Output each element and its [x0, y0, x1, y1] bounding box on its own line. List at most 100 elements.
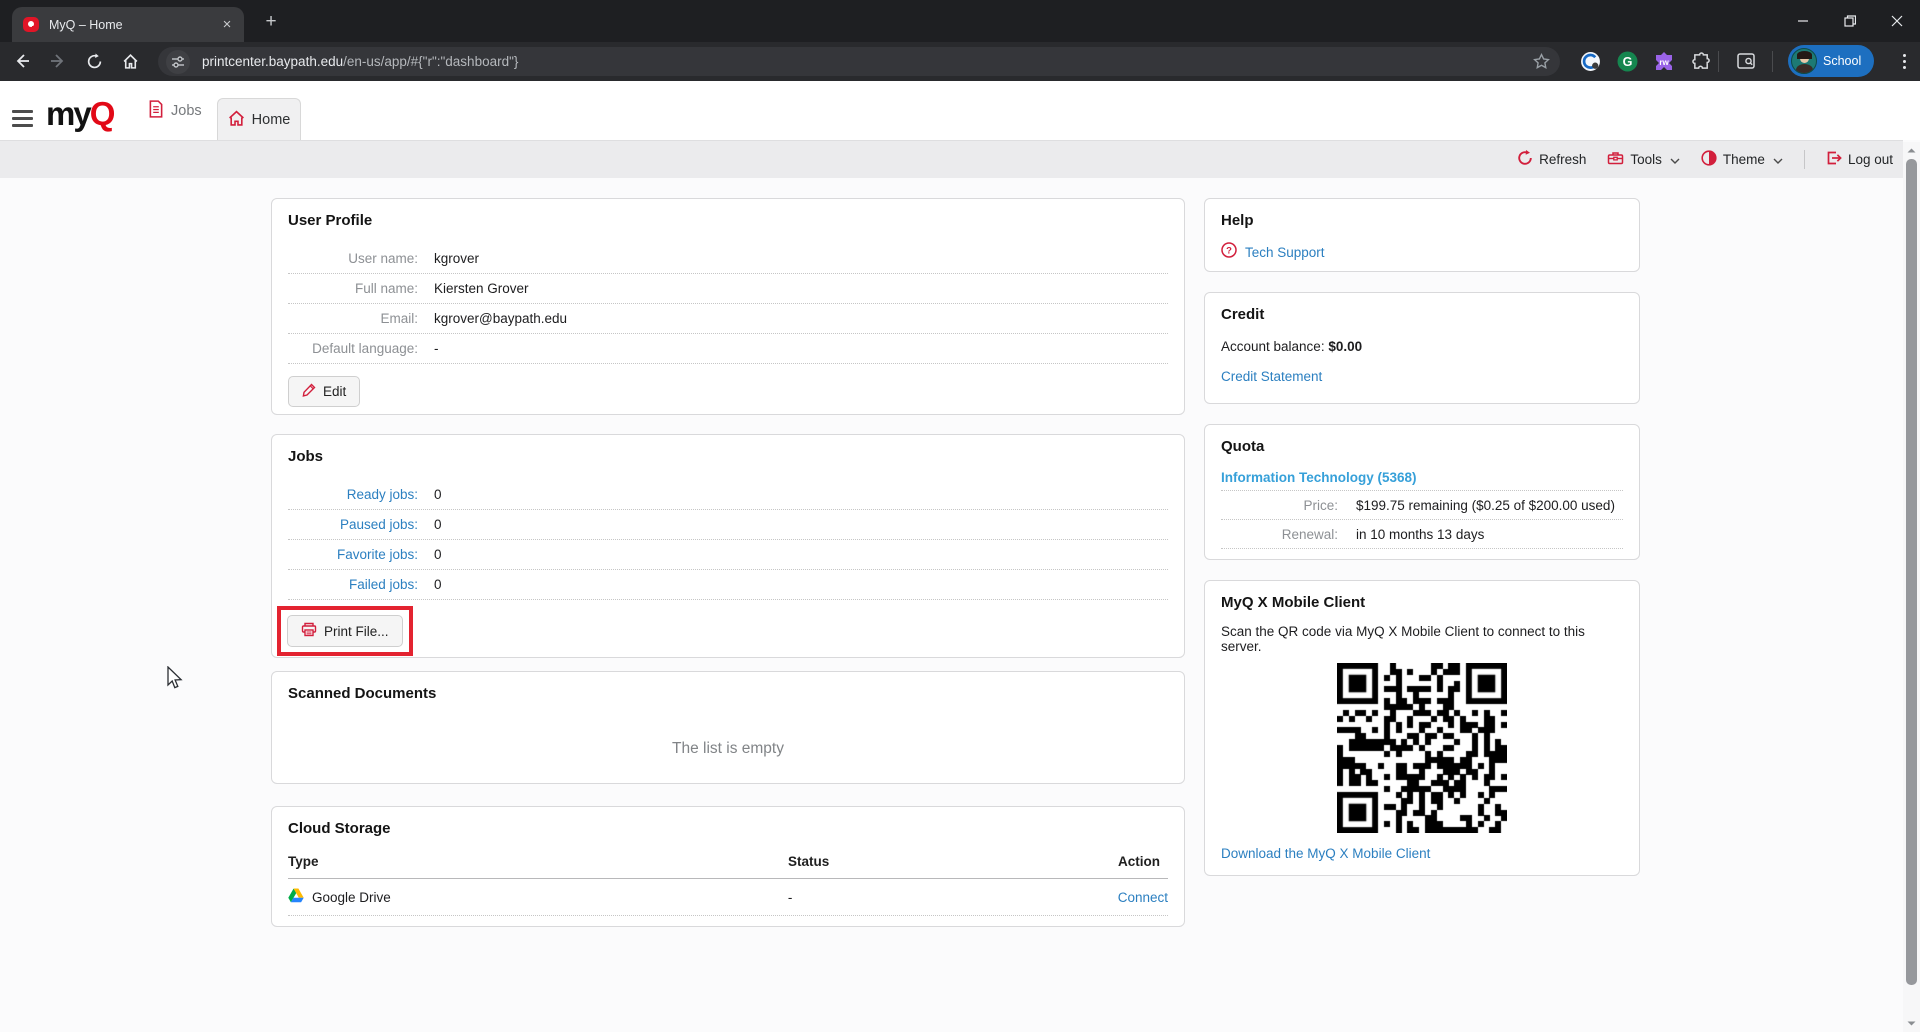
- qr-code: [1337, 663, 1507, 833]
- url-bar[interactable]: printcenter.baypath.edu/en-us/app/#{"r":…: [158, 47, 1560, 76]
- read-write-extension-icon[interactable]: rw: [1650, 47, 1678, 75]
- help-card: Help ? Tech Support: [1204, 198, 1640, 272]
- scroll-down-icon[interactable]: [1907, 1019, 1916, 1028]
- chevron-down-icon: [1773, 152, 1783, 167]
- tab-title: MyQ – Home: [49, 17, 123, 32]
- printer-icon: [301, 622, 317, 640]
- cloud-storage-card: Cloud Storage Type Status Action Google …: [271, 806, 1185, 927]
- pencil-icon: [302, 383, 316, 400]
- browser-profile-chip[interactable]: School: [1788, 45, 1874, 77]
- table-row: Google Drive - Connect: [288, 879, 1168, 916]
- card-title: Cloud Storage: [288, 820, 391, 837]
- minimize-icon[interactable]: [1779, 0, 1826, 42]
- row-label: Price:: [1303, 497, 1338, 513]
- edit-button[interactable]: Edit: [288, 376, 361, 407]
- close-window-icon[interactable]: [1873, 0, 1920, 42]
- failed-jobs-link[interactable]: Failed jobs:: [288, 577, 434, 592]
- column-header-status: Status: [788, 854, 830, 869]
- paused-jobs-link[interactable]: Paused jobs:: [288, 517, 434, 532]
- row-value: -: [434, 341, 439, 356]
- profile-row: User name: kgrover: [288, 244, 1168, 274]
- tech-support-link[interactable]: Tech Support: [1245, 245, 1325, 260]
- refresh-button[interactable]: Refresh: [1517, 150, 1586, 169]
- print-file-button[interactable]: Print File...: [287, 615, 403, 647]
- toolbox-icon: [1607, 150, 1624, 169]
- avatar: [1791, 48, 1817, 74]
- row-value: 0: [434, 547, 442, 562]
- theme-button[interactable]: Theme: [1701, 150, 1783, 169]
- row-value: $199.75 remaining ($0.25 of $200.00 used…: [1356, 497, 1615, 513]
- myq-favicon-icon: [22, 16, 40, 34]
- row-label: Default language:: [312, 341, 418, 356]
- row-value: in 10 months 13 days: [1356, 526, 1485, 542]
- logout-button[interactable]: Log out: [1826, 150, 1893, 169]
- screen: MyQ – Home × + printcenter.baypath.edu/e…: [0, 0, 1920, 1032]
- toolbar-divider: [1718, 51, 1719, 72]
- tools-label: Tools: [1630, 152, 1662, 167]
- browser-tab[interactable]: MyQ – Home ×: [12, 7, 244, 42]
- balance-value: $0.00: [1328, 339, 1363, 354]
- close-tab-icon[interactable]: ×: [218, 16, 236, 34]
- favorite-jobs-link[interactable]: Favorite jobs:: [288, 547, 434, 562]
- site-settings-icon[interactable]: [166, 49, 190, 74]
- card-title: Jobs: [288, 448, 324, 465]
- column-header-action: Action: [1118, 854, 1160, 869]
- row-label: Renewal:: [1281, 526, 1338, 542]
- bookmark-star-icon[interactable]: [1533, 53, 1550, 70]
- browser-tab-strip: MyQ – Home × +: [0, 0, 1920, 42]
- question-circle-icon: ?: [1221, 242, 1237, 263]
- toolbar-divider: [1772, 51, 1773, 72]
- download-mobile-client-link[interactable]: Download the MyQ X Mobile Client: [1221, 846, 1430, 861]
- logout-icon: [1826, 150, 1842, 169]
- tools-button[interactable]: Tools: [1607, 150, 1680, 169]
- card-title: MyQ X Mobile Client: [1221, 594, 1366, 611]
- svg-text:G: G: [1622, 55, 1632, 69]
- new-tab-button[interactable]: +: [258, 9, 284, 35]
- back-icon[interactable]: [8, 47, 36, 75]
- restore-icon[interactable]: [1826, 0, 1873, 42]
- row-value: kgrover@baypath.edu: [434, 311, 568, 326]
- scroll-up-icon[interactable]: [1907, 146, 1916, 155]
- theme-label: Theme: [1722, 152, 1765, 167]
- extension-icon-1[interactable]: [1576, 47, 1604, 75]
- quota-row: Price: $199.75 remaining ($0.25 of $200.…: [1221, 491, 1623, 520]
- extensions-puzzle-icon[interactable]: [1687, 47, 1715, 75]
- mouse-cursor: [166, 665, 184, 697]
- browser-menu-icon[interactable]: [1892, 49, 1916, 73]
- page-scrollbar[interactable]: [1903, 142, 1920, 1032]
- mobile-client-card: MyQ X Mobile Client Scan the QR code via…: [1204, 580, 1640, 876]
- red-highlight-box: Print File...: [277, 606, 413, 656]
- quota-department-link[interactable]: Information Technology (5368): [1221, 470, 1417, 485]
- grammarly-extension-icon[interactable]: G: [1613, 47, 1641, 75]
- ready-jobs-link[interactable]: Ready jobs:: [288, 487, 434, 502]
- table-header-row: Type Status Action: [288, 845, 1168, 879]
- google-drive-icon: [288, 888, 304, 906]
- refresh-label: Refresh: [1539, 152, 1587, 167]
- row-label: Full name:: [354, 281, 418, 296]
- row-value: 0: [434, 487, 442, 502]
- hamburger-menu-icon[interactable]: [12, 105, 38, 131]
- row-value: kgrover: [434, 251, 480, 266]
- edit-button-label: Edit: [323, 384, 347, 399]
- scrollbar-thumb[interactable]: [1906, 159, 1917, 985]
- jobs-row: Paused jobs: 0: [288, 510, 1168, 540]
- home-browser-icon[interactable]: [116, 47, 144, 75]
- page-toolbar: Refresh Tools Theme Log out: [0, 140, 1903, 178]
- forward-icon[interactable]: [44, 47, 72, 75]
- myq-logo: myQ: [46, 95, 115, 132]
- tab-jobs-label: Jobs: [171, 102, 202, 119]
- row-value: 0: [434, 577, 442, 592]
- sidebar-search-icon[interactable]: [1732, 47, 1760, 75]
- account-balance: Account balance: $0.00: [1221, 339, 1363, 354]
- credit-card: Credit Account balance: $0.00 Credit Sta…: [1204, 292, 1640, 404]
- print-file-label: Print File...: [324, 623, 389, 639]
- tab-jobs[interactable]: Jobs: [148, 81, 202, 140]
- storage-status: -: [787, 889, 793, 905]
- jobs-row: Ready jobs: 0: [288, 480, 1168, 510]
- document-icon: [148, 99, 164, 122]
- reload-icon[interactable]: [80, 47, 108, 75]
- card-title: Scanned Documents: [288, 685, 437, 702]
- tab-home-active[interactable]: Home: [217, 98, 301, 140]
- credit-statement-link[interactable]: Credit Statement: [1221, 369, 1322, 384]
- connect-link[interactable]: Connect: [1118, 890, 1168, 905]
